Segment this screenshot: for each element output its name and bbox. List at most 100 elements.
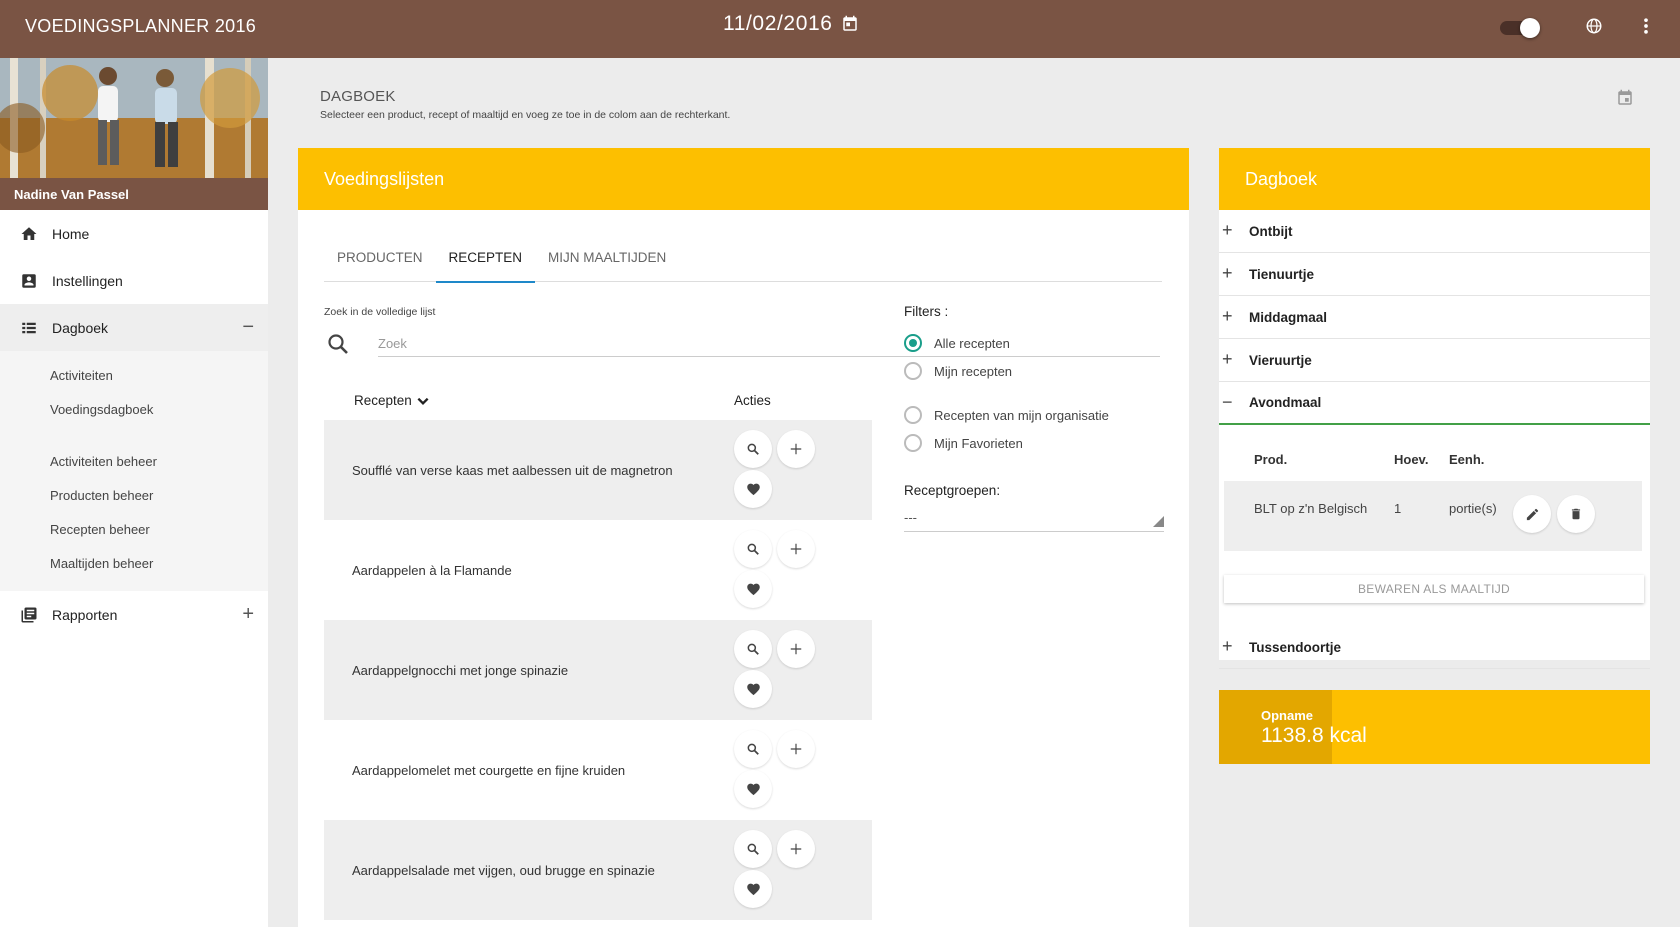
tab-producten[interactable]: PRODUCTEN [324, 246, 436, 282]
filter-label: Recepten van mijn organisatie [934, 407, 1109, 423]
recipe-groups-value: --- [904, 510, 917, 525]
tab-recepten[interactable]: RECEPTEN [435, 246, 536, 283]
heart-icon [746, 683, 760, 695]
meal-entry-row: BLT op z'n Belgisch 1 portie(s) [1224, 481, 1642, 551]
subnav-spacer [0, 427, 268, 445]
view-recipe-button[interactable] [734, 630, 772, 668]
toggle-switch[interactable] [1500, 18, 1540, 38]
view-recipe-button[interactable] [734, 530, 772, 568]
meal-vieruurtje[interactable]: + Vieruurtje [1219, 339, 1650, 382]
meal-label: Tienuurtje [1249, 266, 1315, 282]
plus-icon [790, 543, 802, 555]
view-recipe-button[interactable] [734, 830, 772, 868]
sidebar-item-label: Dagboek [52, 319, 109, 336]
search-icon [747, 543, 759, 555]
entry-amount: 1 [1394, 501, 1402, 516]
profile-banner-image [0, 58, 268, 178]
filter-alle-recepten[interactable]: Alle recepten [904, 329, 1164, 357]
recipes-column-header[interactable]: Recepten [354, 393, 430, 408]
home-icon [20, 225, 38, 243]
favorite-button[interactable] [734, 670, 772, 708]
recipe-row: Soufflé van verse kaas met aalbessen uit… [324, 420, 872, 520]
add-recipe-button[interactable] [777, 630, 815, 668]
radio-checked-icon [904, 334, 922, 352]
calendar-event-icon[interactable] [1616, 89, 1634, 107]
recipe-name: Aardappelen à la Flamande [352, 562, 512, 578]
meal-middagmaal[interactable]: + Middagmaal [1219, 296, 1650, 339]
save-as-meal-button[interactable]: BEWAREN ALS MAALTIJD [1224, 575, 1644, 603]
intake-summary: Opname 1138.8 kcal [1219, 690, 1650, 764]
filter-recepten-organisatie[interactable]: Recepten van mijn organisatie [904, 401, 1164, 429]
sidebar-item-label: Home [52, 225, 90, 242]
plus-icon: + [1222, 349, 1233, 369]
sidebar-item-instellingen[interactable]: Instellingen [0, 257, 268, 304]
expand-icon[interactable]: + [242, 603, 254, 626]
food-lists-card: Voedingslijsten PRODUCTEN RECEPTEN MIJN … [298, 148, 1189, 927]
heart-icon [746, 583, 760, 595]
view-recipe-button[interactable] [734, 430, 772, 468]
entry-unit: portie(s) [1449, 501, 1497, 516]
search-icon [747, 443, 759, 455]
sidebar-subitem-activiteiten-beheer[interactable]: Activiteiten beheer [0, 445, 268, 479]
diary-card: Dagboek + Ontbijt + Tienuurtje + Middagm… [1219, 148, 1650, 669]
sidebar-subitem-activiteiten[interactable]: Activiteiten [0, 359, 268, 393]
add-recipe-button[interactable] [777, 530, 815, 568]
filter-label: Mijn recepten [934, 363, 1013, 379]
calendar-icon[interactable] [841, 15, 859, 33]
sidebar-subitem-voedingsdagboek[interactable]: Voedingsdagboek [0, 393, 268, 427]
sidebar-item-label: Instellingen [52, 272, 123, 289]
sidebar-subitem-producten-beheer[interactable]: Producten beheer [0, 479, 268, 513]
plus-icon: + [1222, 263, 1233, 283]
favorite-button[interactable] [734, 770, 772, 808]
search-icon [326, 332, 350, 356]
current-date[interactable]: 11/02/2016 [723, 12, 833, 36]
meal-tussendoortje[interactable]: + Tussendoortje [1219, 626, 1650, 669]
more-vert-icon[interactable] [1636, 15, 1656, 37]
search-icon [747, 743, 759, 755]
favorite-button[interactable] [734, 470, 772, 508]
meal-avondmaal[interactable]: − Avondmaal [1219, 382, 1650, 425]
meal-label: Tussendoortje [1249, 639, 1342, 655]
delete-entry-button[interactable] [1557, 495, 1595, 533]
meal-ontbijt[interactable]: + Ontbijt [1219, 210, 1650, 253]
sidebar-item-rapporten[interactable]: Rapporten + [0, 591, 268, 638]
meal-label: Vieruurtje [1249, 352, 1312, 368]
globe-icon[interactable] [1585, 17, 1603, 35]
favorite-button[interactable] [734, 870, 772, 908]
sidebar-item-dagboek[interactable]: Dagboek − [0, 304, 268, 351]
plus-icon [790, 743, 802, 755]
meal-label: Avondmaal [1249, 395, 1322, 410]
collapse-icon[interactable]: − [242, 316, 254, 339]
filter-label: Alle recepten [934, 335, 1010, 351]
favorite-button[interactable] [734, 570, 772, 608]
recipe-row: Aardappelen à la Flamande [324, 520, 872, 620]
sidebar-item-home[interactable]: Home [0, 210, 268, 257]
filter-spacer [904, 385, 1164, 401]
recipe-row: Aardappelgnocchi met jonge spinazie [324, 620, 872, 720]
recipes-column-label: Recepten [354, 393, 412, 408]
date-picker[interactable]: 11/02/2016 [723, 12, 859, 36]
heart-icon [746, 883, 760, 895]
pencil-icon [1526, 508, 1538, 520]
sidebar-subitem-recepten-beheer[interactable]: Recepten beheer [0, 513, 268, 547]
filter-mijn-favorieten[interactable]: Mijn Favorieten [904, 429, 1164, 457]
view-recipe-button[interactable] [734, 730, 772, 768]
meal-tienuurtje[interactable]: + Tienuurtje [1219, 253, 1650, 296]
recipe-name: Aardappelomelet met courgette en fijne k… [352, 762, 626, 778]
add-recipe-button[interactable] [777, 430, 815, 468]
edit-entry-button[interactable] [1513, 495, 1551, 533]
recipe-groups-select[interactable]: --- [904, 506, 1164, 532]
sidebar-subitem-maaltijden-beheer[interactable]: Maaltijden beheer [0, 547, 268, 581]
recipe-name: Soufflé van verse kaas met aalbessen uit… [352, 462, 673, 478]
filter-mijn-recepten[interactable]: Mijn recepten [904, 357, 1164, 385]
filters-panel: Filters : Alle recepten Mijn recepten Re… [904, 304, 1164, 457]
tab-mijn-maaltijden[interactable]: MIJN MAALTIJDEN [535, 246, 679, 282]
sidebar-nav: Home Instellingen Dagboek − Activiteiten… [0, 210, 268, 638]
add-recipe-button[interactable] [777, 830, 815, 868]
add-recipe-button[interactable] [777, 730, 815, 768]
meal-avondmaal-content: Prod. Hoev. Eenh. BLT op z'n Belgisch 1 … [1219, 425, 1650, 626]
meal-label: Ontbijt [1249, 223, 1293, 239]
search-label: Zoek in de volledige lijst [324, 306, 436, 318]
recipe-name: Aardappelgnocchi met jonge spinazie [352, 662, 569, 678]
account-box-icon [20, 272, 38, 290]
